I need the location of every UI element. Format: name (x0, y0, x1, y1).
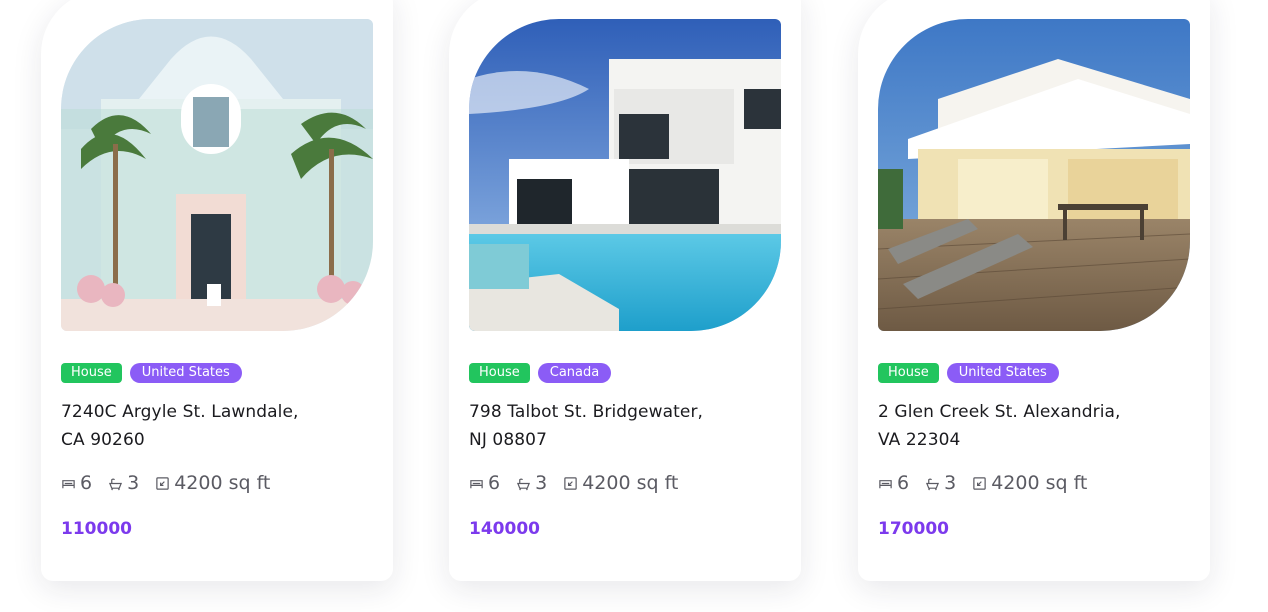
beds-count: 6 (897, 472, 910, 494)
baths-feature: 3 (925, 472, 956, 494)
address-line-2: VA 22304 (878, 430, 961, 450)
beds-count: 6 (80, 472, 93, 494)
baths-count: 3 (535, 472, 548, 494)
address-line-1: 7240C Argyle St. Lawndale, (61, 402, 299, 422)
country-tag[interactable]: Canada (537, 363, 612, 383)
area-value: 4200 sq ft (582, 472, 679, 494)
listing-card[interactable]: House United States 2 Glen Creek St. Ale… (858, 0, 1210, 581)
address-line-2: NJ 08807 (469, 430, 548, 450)
property-features: 6 3 4200 sq ft (878, 472, 1103, 494)
area-value: 4200 sq ft (991, 472, 1088, 494)
baths-count: 3 (127, 472, 140, 494)
property-photo[interactable] (61, 19, 373, 331)
beds-feature: 6 (469, 472, 500, 494)
tag-group: House United States (61, 363, 242, 383)
property-address[interactable]: 7240C Argyle St. Lawndale, CA 90260 (61, 398, 376, 454)
country-tag[interactable]: United States (129, 363, 242, 383)
property-type-tag[interactable]: House (878, 363, 939, 383)
property-photo[interactable] (469, 19, 781, 331)
bathtub-icon (109, 478, 123, 490)
property-photo[interactable] (878, 19, 1190, 331)
tag-group: House United States (878, 363, 1059, 383)
property-price: 110000 (61, 519, 132, 539)
area-icon (564, 476, 577, 490)
address-line-1: 798 Talbot St. Bridgewater, (469, 402, 704, 422)
property-price: 170000 (878, 519, 949, 539)
property-address[interactable]: 2 Glen Creek St. Alexandria, VA 22304 (878, 398, 1193, 454)
area-value: 4200 sq ft (174, 472, 271, 494)
baths-feature: 3 (108, 472, 139, 494)
listing-card[interactable]: House Canada 798 Talbot St. Bridgewater,… (449, 0, 801, 581)
area-feature: 4200 sq ft (563, 472, 678, 494)
beds-count: 6 (488, 472, 501, 494)
bathtub-icon (926, 478, 940, 490)
tag-group: House Canada (469, 363, 612, 383)
area-feature: 4200 sq ft (155, 472, 270, 494)
property-address[interactable]: 798 Talbot St. Bridgewater, NJ 08807 (469, 398, 784, 454)
address-line-2: CA 90260 (61, 430, 145, 450)
property-price: 140000 (469, 519, 540, 539)
property-features: 6 3 4200 sq ft (469, 472, 694, 494)
area-icon (156, 476, 169, 490)
area-icon (973, 476, 986, 490)
bed-icon (879, 479, 892, 488)
country-tag[interactable]: United States (946, 363, 1059, 383)
bed-icon (470, 479, 483, 488)
bed-icon (62, 479, 75, 488)
bathtub-icon (517, 478, 531, 490)
beds-feature: 6 (878, 472, 909, 494)
listing-card[interactable]: House United States 7240C Argyle St. Law… (41, 0, 393, 581)
property-type-tag[interactable]: House (469, 363, 530, 383)
beds-feature: 6 (61, 472, 92, 494)
area-feature: 4200 sq ft (972, 472, 1087, 494)
address-line-1: 2 Glen Creek St. Alexandria, (878, 402, 1121, 422)
property-features: 6 3 4200 sq ft (61, 472, 286, 494)
baths-count: 3 (944, 472, 957, 494)
property-type-tag[interactable]: House (61, 363, 122, 383)
baths-feature: 3 (516, 472, 547, 494)
